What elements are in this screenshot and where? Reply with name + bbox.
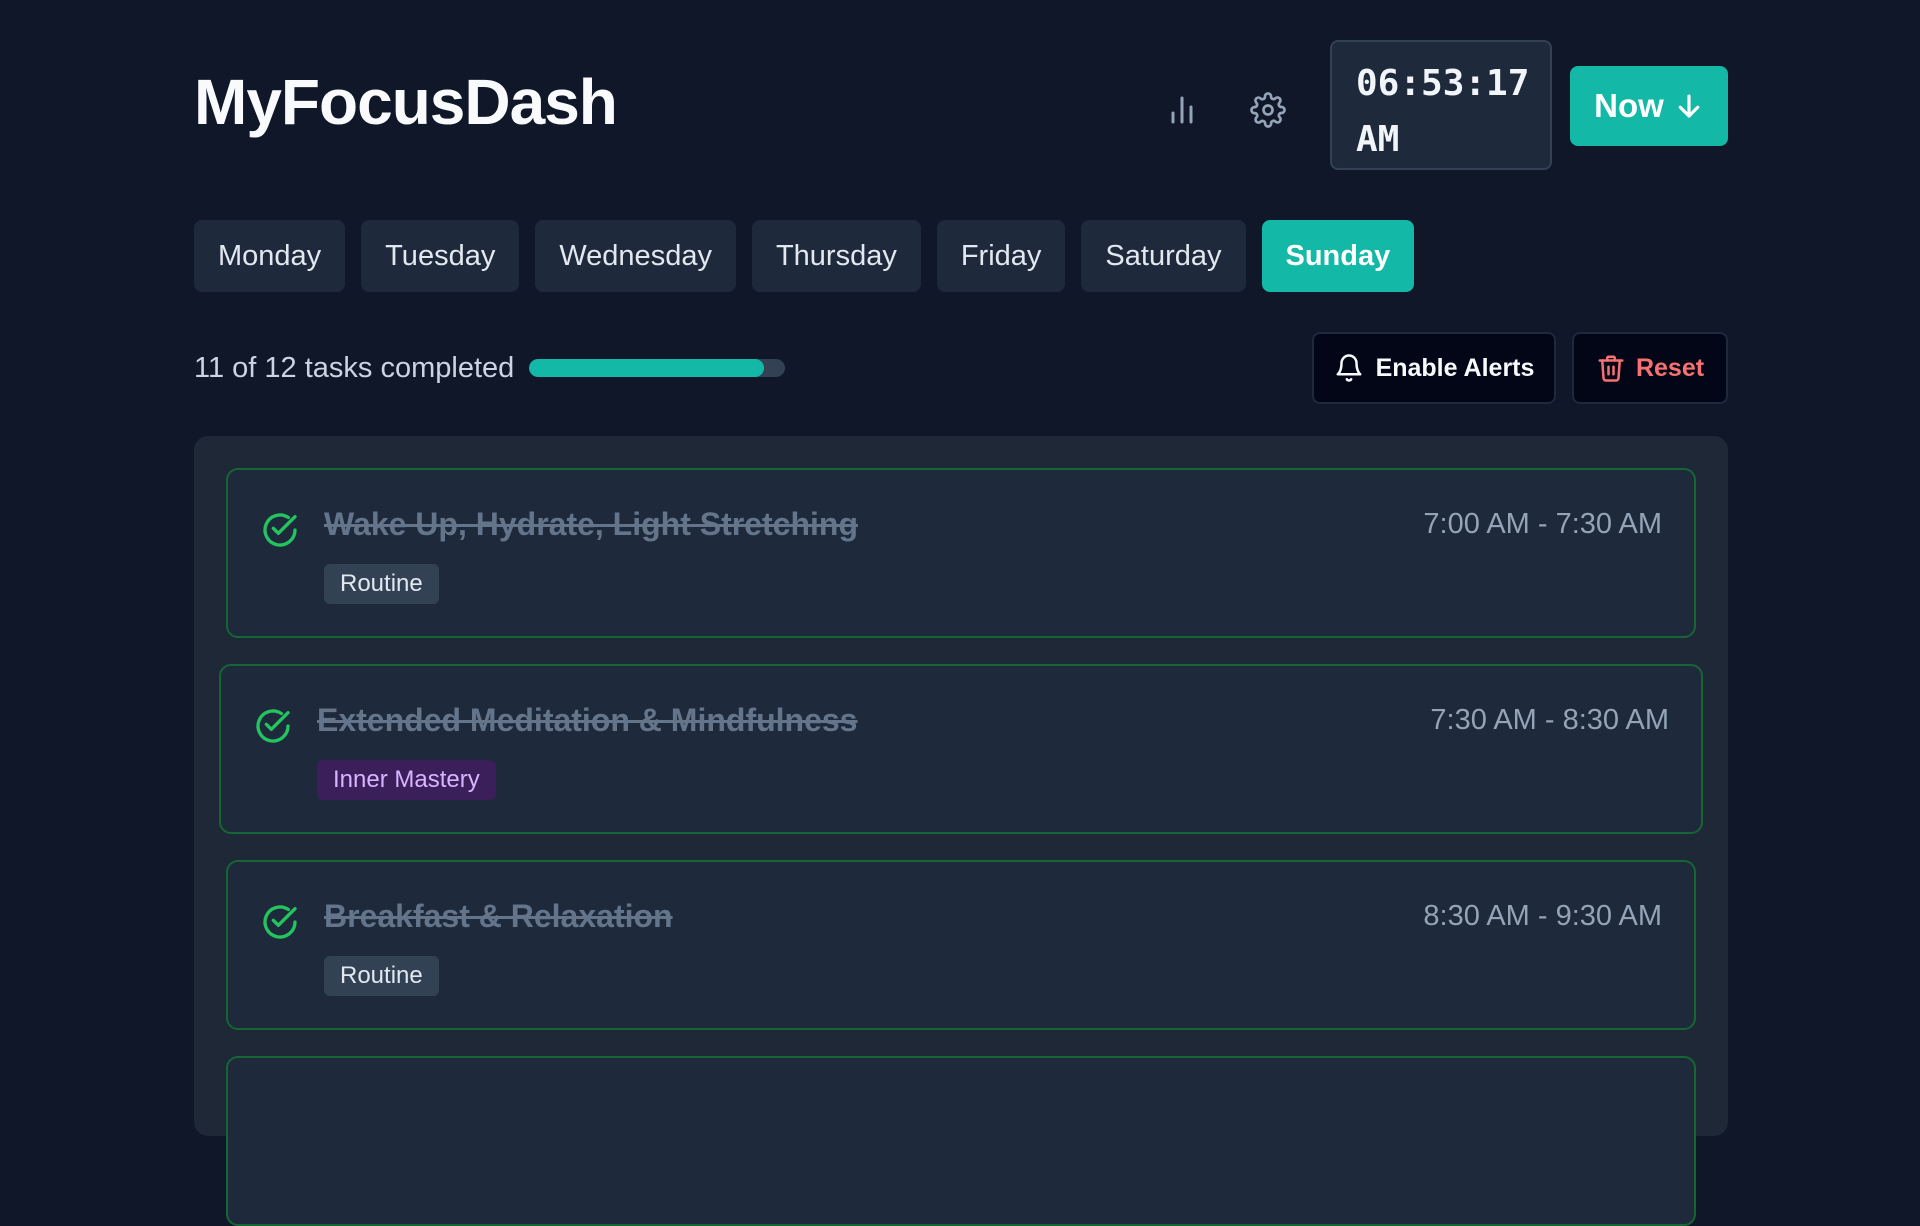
task-card[interactable]: Wake Up, Hydrate, Light Stretching 7:00 … [226, 468, 1696, 638]
now-button[interactable]: Now [1570, 66, 1728, 146]
check-circle-icon[interactable] [260, 510, 300, 550]
task-card[interactable]: Breakfast & Relaxation 8:30 AM - 9:30 AM… [226, 860, 1696, 1030]
bar-chart-icon [1171, 96, 1193, 124]
reset-button[interactable]: Reset [1572, 332, 1728, 404]
day-tabs: Monday Tuesday Wednesday Thursday Friday… [194, 220, 1415, 292]
clock-display: 06:53:17 AM [1330, 40, 1552, 170]
task-title: Breakfast & Relaxation [324, 898, 673, 934]
task-time: 7:00 AM - 7:30 AM [1423, 508, 1662, 540]
tab-tuesday[interactable]: Tuesday [361, 220, 520, 292]
task-title: Extended Meditation & Mindfulness [317, 702, 858, 738]
task-tag: Inner Mastery [317, 760, 496, 800]
enable-alerts-button[interactable]: Enable Alerts [1312, 332, 1556, 404]
tab-monday[interactable]: Monday [194, 220, 346, 292]
task-list: Wake Up, Hydrate, Light Stretching 7:00 … [194, 436, 1728, 1226]
tab-sunday[interactable]: Sunday [1261, 220, 1415, 292]
reset-label: Reset [1635, 353, 1705, 382]
task-time: 7:30 AM - 8:30 AM [1430, 704, 1669, 736]
progress-row: 11 of 12 tasks completed Enable Alerts R… [194, 332, 1728, 404]
check-circle-icon[interactable] [260, 902, 300, 942]
progress-bar [529, 359, 785, 377]
task-card[interactable] [226, 1056, 1696, 1226]
task-tag: Routine [324, 956, 439, 996]
trash-icon [1598, 355, 1624, 382]
bell-icon [1336, 354, 1362, 382]
task-tag: Routine [324, 564, 439, 604]
app-title: MyFocusDash [194, 66, 618, 138]
task-title: Wake Up, Hydrate, Light Stretching [324, 506, 858, 542]
tab-thursday[interactable]: Thursday [751, 220, 921, 292]
check-circle-icon[interactable] [253, 706, 293, 746]
now-label: Now [1594, 87, 1664, 124]
tab-wednesday[interactable]: Wednesday [535, 220, 736, 292]
tab-friday[interactable]: Friday [936, 220, 1066, 292]
enable-alerts-label: Enable Alerts [1375, 353, 1535, 382]
tab-saturday[interactable]: Saturday [1081, 220, 1246, 292]
settings-button[interactable] [1242, 84, 1294, 136]
progress-fill [529, 359, 764, 377]
arrow-down-icon [1678, 94, 1700, 118]
stats-button[interactable] [1156, 84, 1208, 136]
gear-icon [1250, 92, 1286, 128]
task-time: 8:30 AM - 9:30 AM [1423, 900, 1662, 932]
progress-text: 11 of 12 tasks completed [194, 352, 515, 384]
task-card[interactable]: Extended Meditation & Mindfulness 7:30 A… [219, 664, 1703, 834]
header: MyFocusDash 06:53:17 AM Now [194, 40, 1728, 174]
